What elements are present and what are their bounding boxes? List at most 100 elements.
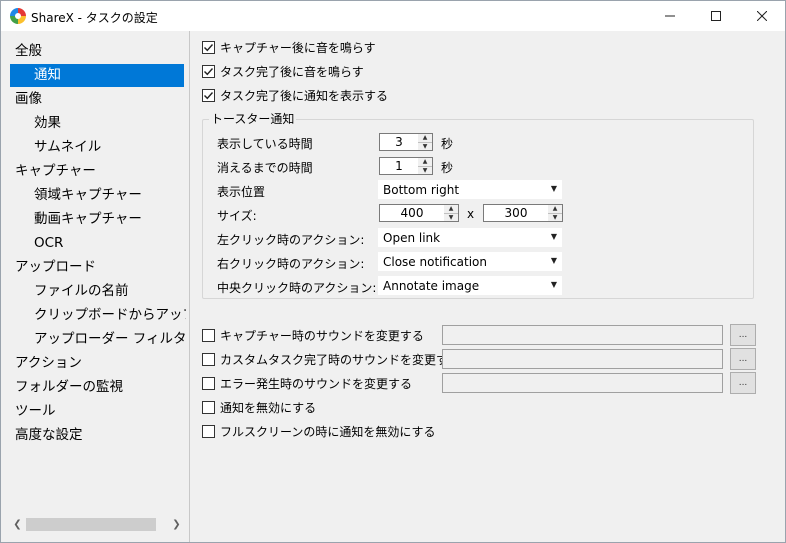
checkbox[interactable] [202,328,215,342]
toast-group-legend: トースター通知 [209,110,297,127]
fade-time-unit: 秒 [441,161,454,175]
left-click-action-value: Open link [383,231,441,245]
task-done-sound-path-input[interactable] [442,349,723,369]
checkbox[interactable] [202,376,215,390]
position-dropdown[interactable]: Bottom right ▼ [377,179,563,200]
nav-item-ocr[interactable]: OCR [34,232,63,255]
right-click-action-value: Close notification [383,255,487,269]
right-click-action-dropdown[interactable]: Close notification ▼ [377,251,563,272]
spin-buttons: ▲ ▼ [444,205,458,221]
checkbox[interactable] [202,40,215,54]
scrollbar-thumb[interactable] [26,518,156,531]
sharex-logo-icon [10,8,26,24]
task-done-sound-change-row[interactable]: カスタムタスク完了時のサウンドを変更する [202,350,460,368]
checkbox[interactable] [202,88,215,102]
display-time-unit: 秒 [441,137,454,151]
nav-item-watch-folders[interactable]: フォルダーの監視 [15,376,123,399]
nav-item-effects[interactable]: 効果 [34,112,61,135]
capture-sound-checkbox-row[interactable]: キャプチャー後に音を鳴らす [202,38,376,56]
nav-item-capture[interactable]: キャプチャー [15,160,96,183]
capture-sound-path-input[interactable] [442,325,723,345]
checkbox-label: フルスクリーンの時に通知を無効にする [220,424,436,439]
spin-up-icon[interactable]: ▲ [548,205,562,214]
nav-item-actions[interactable]: アクション [15,352,82,375]
spin-buttons: ▲ ▼ [418,158,432,174]
nav-horizontal-scrollbar[interactable]: ❮ ❯ [9,516,185,533]
checkbox-label: タスク完了後に音を鳴らす [220,64,364,79]
close-icon [757,11,767,21]
nav-item-region-capture[interactable]: 領域キャプチャー [34,184,142,207]
spin-up-icon[interactable]: ▲ [418,158,432,167]
checkbox[interactable] [202,64,215,78]
spin-down-icon[interactable]: ▼ [444,214,458,222]
spin-buttons: ▲ ▼ [418,134,432,150]
window-title: ShareX - タスクの設定 [31,11,158,25]
nav-item-clipboard-upload[interactable]: クリップボードからアップロー [34,304,186,327]
scroll-left-icon[interactable]: ❮ [9,516,26,533]
nav-item-advanced[interactable]: 高度な設定 [15,424,83,447]
error-sound-change-row[interactable]: エラー発生時のサウンドを変更する [202,374,412,392]
nav-item-tools[interactable]: ツール [15,400,56,423]
nav-item-general[interactable]: 全般 [15,40,42,63]
nav-item-notifications[interactable]: 通知 [10,64,184,87]
disable-notifications-row[interactable]: 通知を無効にする [202,398,316,416]
disable-fullscreen-notifications-row[interactable]: フルスクリーンの時に通知を無効にする [202,422,436,440]
close-button[interactable] [739,1,785,31]
spin-up-icon[interactable]: ▲ [418,134,432,143]
spin-down-icon[interactable]: ▼ [548,214,562,222]
scroll-right-icon[interactable]: ❯ [168,516,185,533]
size-width-value[interactable]: 400 [380,205,445,221]
checkmark-icon [204,67,214,75]
size-height-value[interactable]: 300 [484,205,549,221]
task-done-sound-browse-button[interactable]: ... [730,348,756,370]
maximize-icon [711,11,721,21]
checkmark-icon [204,43,214,51]
checkbox[interactable] [202,424,215,438]
maximize-button[interactable] [693,1,739,31]
task-done-notify-checkbox-row[interactable]: タスク完了後に通知を表示する [202,86,388,104]
fade-time-label: 消えるまでの時間 [217,161,313,175]
fade-time-value[interactable]: 1 [380,158,419,174]
checkbox-label: カスタムタスク完了時のサウンドを変更する [220,352,461,367]
middle-click-action-value: Annotate image [383,279,480,293]
size-height-stepper[interactable]: 300 ▲ ▼ [483,204,563,222]
capture-sound-change-row[interactable]: キャプチャー時のサウンドを変更する [202,326,424,344]
nav-item-image[interactable]: 画像 [15,88,42,111]
right-click-action-label: 右クリック時のアクション: [217,257,365,271]
spin-down-icon[interactable]: ▼ [418,143,432,151]
fade-time-stepper[interactable]: 1 ▲ ▼ [379,157,433,175]
left-click-action-label: 左クリック時のアクション: [217,233,365,247]
checkbox-label: 通知を無効にする [220,400,317,415]
position-value: Bottom right [383,183,460,197]
checkbox-label: エラー発生時のサウンドを変更する [220,376,413,391]
checkbox-label: キャプチャー時のサウンドを変更する [220,328,424,343]
spin-buttons: ▲ ▼ [548,205,562,221]
display-time-stepper[interactable]: 3 ▲ ▼ [379,133,433,151]
spin-up-icon[interactable]: ▲ [444,205,458,214]
capture-sound-browse-button[interactable]: ... [730,324,756,346]
display-time-value[interactable]: 3 [380,134,419,150]
chevron-down-icon: ▼ [550,184,557,193]
checkbox[interactable] [202,352,215,366]
size-width-stepper[interactable]: 400 ▲ ▼ [379,204,459,222]
position-label: 表示位置 [217,185,266,199]
minimize-button[interactable] [647,1,693,31]
error-sound-path-input[interactable] [442,373,723,393]
settings-nav-tree: 全般 通知 画像 効果 サムネイル キャプチャー 領域キャプチャー 動画キャプチ… [1,31,190,542]
spin-down-icon[interactable]: ▼ [418,167,432,175]
nav-item-uploader-filters[interactable]: アップローダー フィルター: [34,328,186,351]
nav-item-upload[interactable]: アップロード [15,256,96,279]
nav-item-file-naming[interactable]: ファイルの名前 [34,280,129,303]
chevron-down-icon: ▼ [550,256,557,265]
title-bar[interactable]: ShareX - タスクの設定 [1,1,785,31]
nav-item-video-capture[interactable]: 動画キャプチャー [34,208,142,231]
notification-settings-panel: キャプチャー後に音を鳴らす タスク完了後に音を鳴らす タスク完了後に通知を表示す… [191,31,785,542]
middle-click-action-dropdown[interactable]: Annotate image ▼ [377,275,563,296]
nav-item-thumbnail[interactable]: サムネイル [34,136,101,159]
checkbox[interactable] [202,400,215,414]
task-done-sound-checkbox-row[interactable]: タスク完了後に音を鳴らす [202,62,364,80]
error-sound-browse-button[interactable]: ... [730,372,756,394]
minimize-icon [665,15,675,17]
checkbox-label: タスク完了後に通知を表示する [220,88,389,103]
left-click-action-dropdown[interactable]: Open link ▼ [377,227,563,248]
